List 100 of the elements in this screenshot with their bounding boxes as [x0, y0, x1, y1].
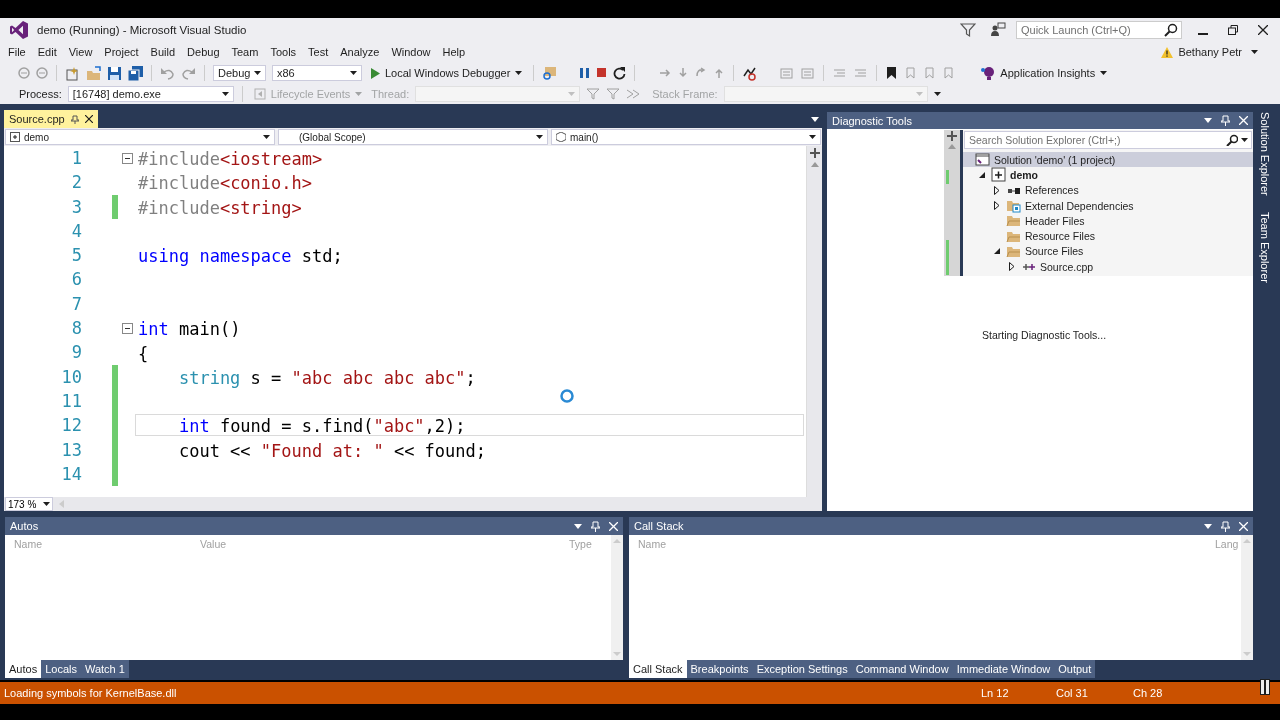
collapsed-icon[interactable]	[994, 185, 1000, 195]
filter-icon[interactable]	[960, 22, 976, 38]
line-number: 7	[70, 292, 82, 316]
panel-tab[interactable]: Breakpoints	[686, 660, 753, 678]
configuration-dropdown[interactable]: Debug	[213, 65, 266, 81]
line-number: 9	[70, 341, 82, 365]
dropdown-icon[interactable]	[1204, 118, 1212, 123]
editor-tab[interactable]: Source.cpp	[4, 110, 98, 128]
user-name[interactable]: Bethany Petr	[1178, 46, 1242, 58]
search-icon[interactable]	[1226, 134, 1238, 146]
save-all-icon[interactable]	[128, 65, 143, 81]
save-icon[interactable]	[107, 65, 122, 81]
application-insights-button[interactable]: Application Insights	[977, 64, 1111, 82]
dropdown-icon[interactable]	[574, 523, 582, 529]
side-tab[interactable]: Solution Explorer	[1255, 110, 1271, 200]
restore-icon[interactable]	[1228, 25, 1238, 35]
search-icon[interactable]	[1164, 23, 1178, 37]
panel-tab[interactable]: Immediate Window	[952, 660, 1055, 678]
panel-tab[interactable]: Command Window	[851, 660, 953, 678]
open-folder-icon[interactable]	[86, 65, 101, 81]
menu-item[interactable]: Analyze	[334, 46, 386, 58]
browse-icon[interactable]	[542, 65, 558, 81]
play-icon	[371, 67, 380, 79]
menu-item[interactable]: Team	[225, 46, 265, 58]
process-label: Process:	[19, 88, 62, 100]
status-text: Starting Diagnostic Tools...	[982, 329, 1107, 341]
close-icon[interactable]	[1258, 25, 1268, 35]
pause-icon[interactable]	[1260, 679, 1270, 695]
tree-item[interactable]: References	[963, 182, 1253, 198]
breakpoint-icon[interactable]	[742, 65, 758, 81]
panel-tab[interactable]: Locals	[41, 660, 81, 678]
search-field[interactable]: Search Solution Explorer (Ctrl+;)	[964, 131, 1252, 149]
project-icon	[991, 167, 1006, 183]
caret-icon	[536, 135, 543, 139]
code-line: cout << "Found at: " << found;	[177, 439, 487, 461]
busy-cursor-icon	[557, 386, 577, 406]
tree-item[interactable]: Resource Files	[963, 228, 1253, 244]
start-debugging-button[interactable]: Local Windows Debugger	[368, 64, 526, 82]
platform-dropdown[interactable]: x86	[272, 65, 362, 81]
quick-launch-field[interactable]: Quick Launch (Ctrl+Q)	[1016, 21, 1182, 39]
caret-icon[interactable]	[1251, 50, 1258, 54]
menu-item[interactable]: Debug	[181, 46, 226, 58]
panel-tab[interactable]: Watch 1	[80, 660, 129, 678]
caret-icon	[809, 135, 816, 139]
panel-tab[interactable]: Autos	[5, 660, 42, 678]
tree-item[interactable]: External Dependencies	[963, 197, 1253, 214]
code-line: #include<conio.h>	[137, 172, 313, 194]
menu-item[interactable]: View	[62, 46, 99, 58]
collapsed-icon[interactable]	[1009, 262, 1015, 272]
panel-tab[interactable]: Output	[1054, 660, 1096, 678]
navigation-dropdown[interactable]: main()	[551, 129, 821, 145]
status-line: Ln 12	[981, 687, 1010, 699]
tree-item[interactable]: Header Files	[963, 213, 1253, 229]
tree-item[interactable]: Solution 'demo' (1 project)	[963, 152, 1253, 168]
method-icon	[556, 132, 566, 142]
line-number: 4	[70, 219, 82, 243]
expanded-icon[interactable]	[994, 248, 1000, 255]
restart-icon[interactable]	[613, 66, 627, 80]
side-tab[interactable]: Team Explorer	[1255, 209, 1271, 287]
menu-item[interactable]: Edit	[31, 46, 63, 58]
panel-title: Diagnostic Tools	[832, 114, 913, 127]
stop-icon[interactable]	[596, 67, 608, 79]
caret-icon	[355, 92, 363, 96]
pin-icon[interactable]	[70, 114, 79, 124]
menu-item[interactable]: Help	[436, 46, 472, 58]
panel-tab[interactable]: Call Stack	[629, 660, 687, 678]
process-dropdown[interactable]: [16748] demo.exe	[67, 86, 234, 102]
zoom-dropdown[interactable]: 173 %	[5, 497, 53, 511]
line-number: 2	[70, 171, 82, 195]
tree-item[interactable]: Source Files	[963, 243, 1253, 260]
menu-item[interactable]: File	[2, 46, 32, 58]
menu-item[interactable]: Test	[302, 46, 335, 58]
tree-item[interactable]: demo	[963, 167, 1253, 183]
caret-icon	[568, 92, 576, 96]
dropdown-icon[interactable]	[1204, 523, 1212, 529]
tree-item[interactable]: Source.cpp	[963, 259, 1253, 275]
collapsed-icon[interactable]	[994, 201, 1000, 211]
dropdown-icon[interactable]	[811, 117, 819, 122]
menu-item[interactable]: Window	[385, 46, 437, 58]
caret-icon[interactable]	[933, 92, 941, 96]
menu-item[interactable]: Build	[144, 46, 182, 58]
navigation-dropdown[interactable]: demo	[5, 129, 275, 145]
bookmark-icon[interactable]	[885, 66, 899, 80]
expanded-icon[interactable]	[979, 171, 985, 178]
feedback-icon[interactable]	[990, 22, 1006, 38]
menu-item[interactable]: Project	[98, 46, 145, 58]
lightbulb-icon	[980, 65, 996, 81]
lifecycle-icon	[253, 88, 266, 100]
line-number: 6	[70, 268, 82, 292]
caret-icon[interactable]	[1241, 138, 1248, 142]
navigation-dropdown[interactable]: (Global Scope)	[278, 129, 548, 145]
panel-tab[interactable]: Exception Settings	[752, 660, 852, 678]
fold-icon[interactable]	[122, 152, 133, 164]
code-line: using namespace std;	[137, 245, 344, 267]
dependencies-icon	[1006, 198, 1021, 214]
code-line: #include<iostream>	[137, 148, 324, 170]
fold-icon[interactable]	[122, 322, 133, 334]
menu-item[interactable]: Tools	[264, 46, 303, 58]
close-icon[interactable]	[84, 115, 93, 123]
line-number: 3	[70, 195, 82, 219]
